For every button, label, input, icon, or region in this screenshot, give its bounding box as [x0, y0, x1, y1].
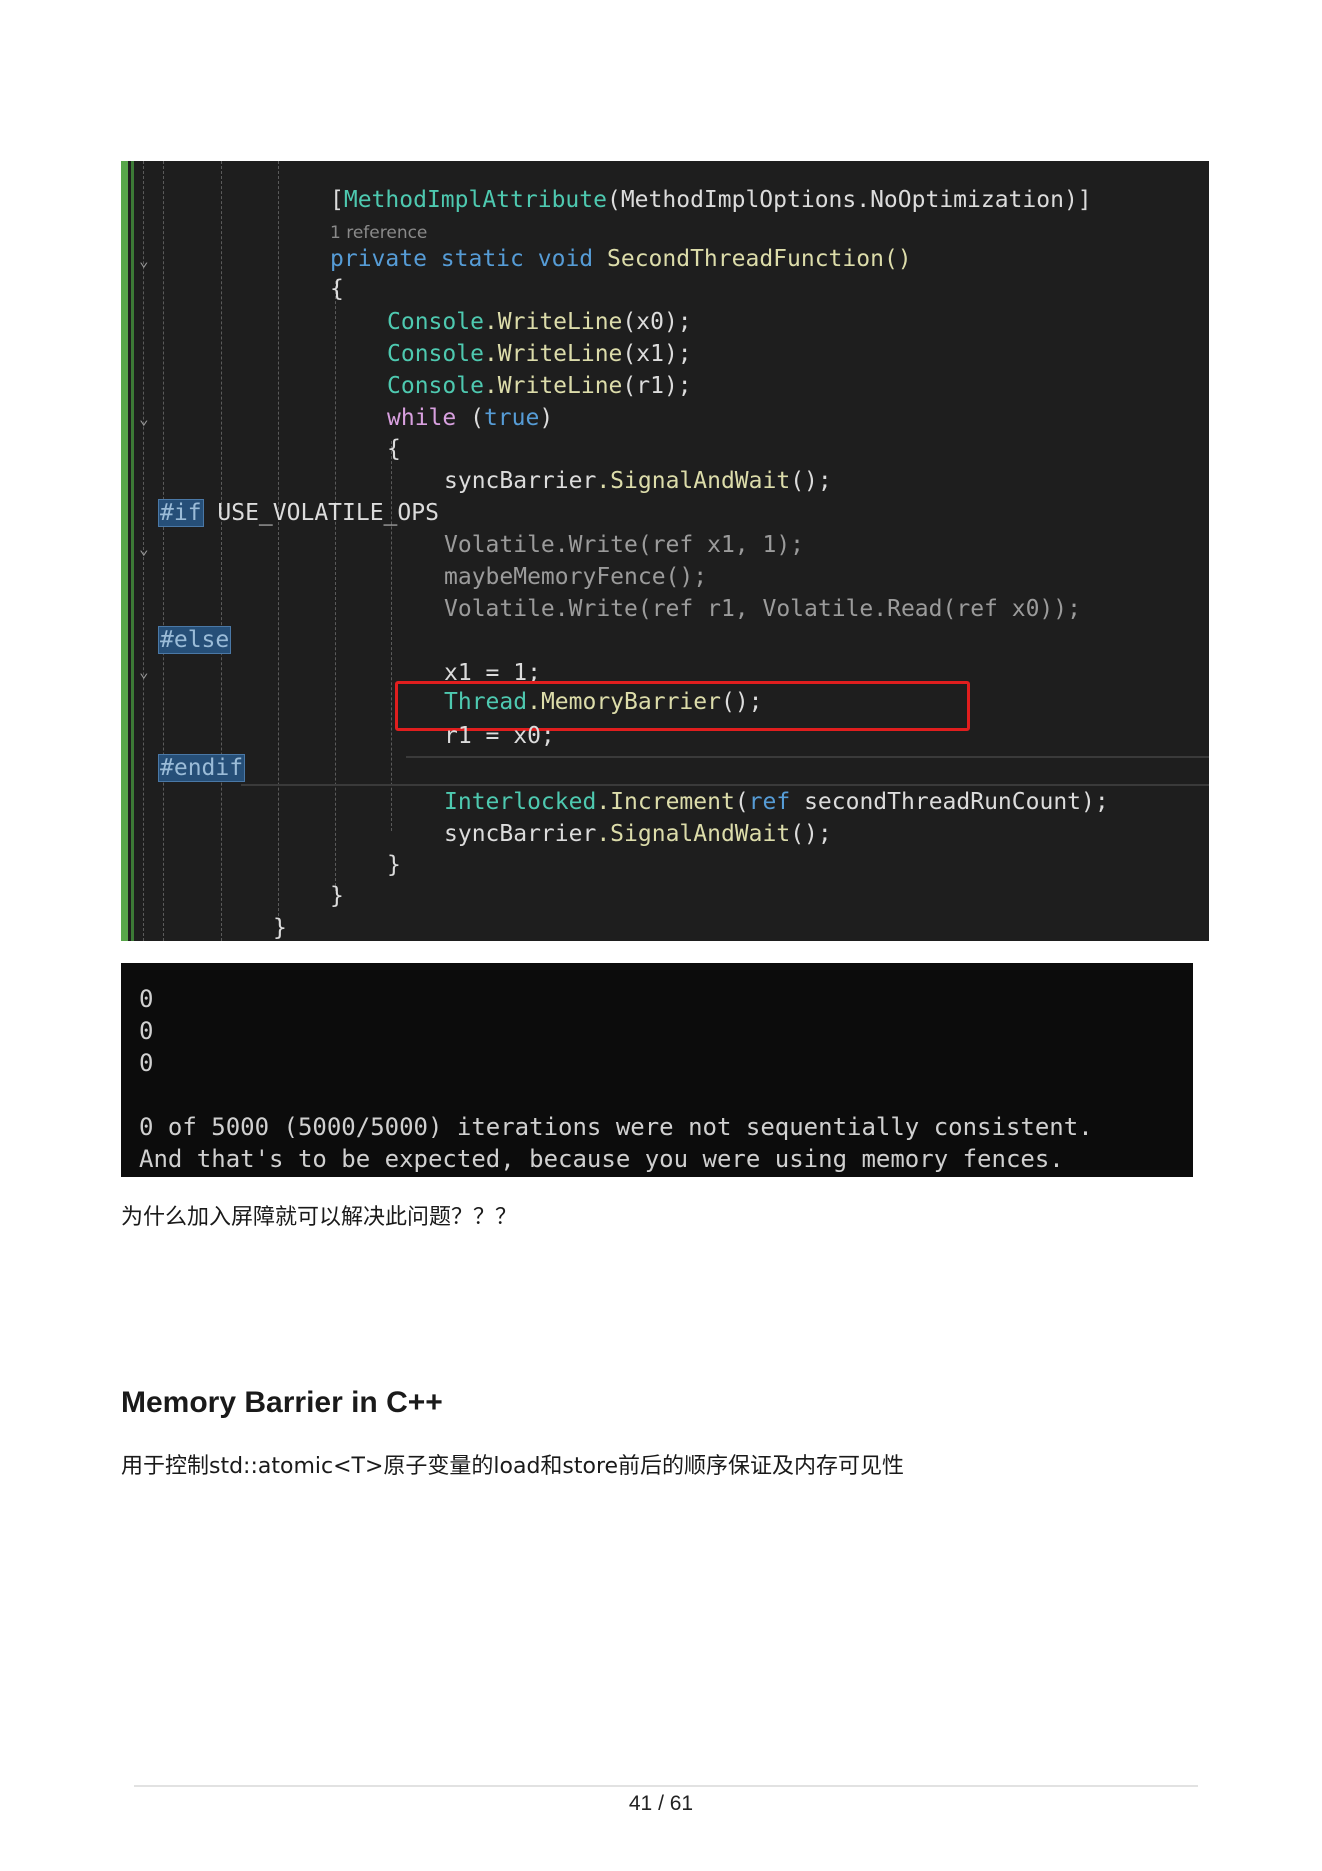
code-line-inactive: maybeMemoryFence(); [444, 564, 708, 590]
change-indicator-bar-secondary [131, 161, 134, 941]
code-token: (r1); [622, 373, 692, 399]
code-editor-screenshot: ⌄ ⌄ ⌄ ⌄ [MethodImplAttribute(MethodImplO… [121, 161, 1209, 941]
fold-chevron-icon[interactable]: ⌄ [139, 664, 149, 680]
preprocessor-directive: #endif [158, 754, 246, 782]
indent-guide [221, 161, 222, 941]
code-token: .Increment [596, 789, 735, 815]
fold-chevron-icon[interactable]: ⌄ [139, 253, 149, 269]
code-token: MethodImplOptions [620, 187, 857, 213]
code-line: { [387, 436, 401, 462]
console-line: 0 of 5000 (5000/5000) iterations were no… [139, 1113, 1093, 1141]
code-line-inactive: Volatile.Write(ref x1, 1); [444, 532, 805, 558]
code-line: syncBarrier.SignalAndWait(); [444, 819, 832, 849]
code-token: syncBarrier [444, 821, 597, 847]
question-paragraph: 为什么加入屏障就可以解决此问题？？？ [121, 1205, 518, 1230]
code-token: ( [456, 405, 484, 431]
code-token: .NoOptimization [856, 187, 1064, 213]
code-token: Console [387, 309, 484, 335]
code-token: while [387, 405, 457, 431]
code-token: .WriteLine [483, 309, 623, 335]
console-line: And that's to be expected, because you w… [139, 1145, 1064, 1173]
code-token: )] [1063, 187, 1092, 213]
code-token: void [537, 246, 594, 272]
console-line: 0 [139, 1049, 154, 1077]
code-token: [ [330, 187, 344, 213]
code-line-endif-directive: #endif [158, 753, 246, 783]
fold-chevron-icon[interactable]: ⌄ [139, 411, 149, 427]
code-token: ) [539, 405, 554, 431]
footer-divider [134, 1785, 1198, 1787]
page-number: 41 / 61 [628, 1792, 694, 1815]
code-line: { [330, 276, 344, 302]
code-token: Console [387, 341, 484, 367]
preprocessor-directive: #if [158, 499, 204, 527]
code-token: syncBarrier [444, 468, 597, 494]
code-token: SecondThreadFunction() [607, 246, 912, 272]
code-line-if-directive: #if USE_VOLATILE_OPS [158, 498, 439, 528]
code-token: (); [790, 821, 832, 847]
description-paragraph: 用于控制std::atomic<T>原子变量的load和store前后的顺序保证… [121, 1454, 905, 1479]
code-line: } [330, 883, 344, 909]
indent-guide [335, 281, 336, 891]
code-token: ( [734, 789, 749, 815]
code-token: .SignalAndWait [596, 821, 791, 847]
code-token: .WriteLine [483, 341, 623, 367]
line-separator [241, 784, 1209, 786]
code-line: } [387, 852, 401, 878]
change-indicator-bar [121, 161, 128, 941]
code-line: syncBarrier.SignalAndWait(); [444, 466, 832, 496]
codelens-references[interactable]: 1 reference [330, 223, 427, 243]
preprocessor-directive: #else [158, 626, 232, 654]
code-token: (x1); [622, 341, 692, 367]
code-line-attribute: [MethodImplAttribute(MethodImplOptions.N… [330, 185, 1092, 215]
code-line: Console.WriteLine(x0); [387, 307, 692, 337]
console-line: 0 [139, 985, 154, 1013]
code-token: Interlocked [444, 789, 597, 815]
code-token: .SignalAndWait [596, 468, 791, 494]
code-line: Console.WriteLine(r1); [387, 371, 692, 401]
code-line: } [273, 915, 287, 941]
console-output-screenshot: 0 0 0 0 of 5000 (5000/5000) iterations w… [121, 963, 1193, 1177]
code-token: (); [790, 468, 832, 494]
section-heading: Memory Barrier in C++ [121, 1386, 443, 1419]
console-line: 0 [139, 1017, 154, 1045]
code-token: .WriteLine [483, 373, 623, 399]
indent-guide [278, 161, 279, 921]
code-token: (x0); [622, 309, 692, 335]
code-line-while: while (true) [387, 403, 553, 433]
code-line: r1 = x0; [444, 723, 555, 749]
code-token: private [330, 246, 427, 272]
code-line-else-directive: #else [158, 625, 232, 655]
code-token: true [483, 405, 540, 431]
code-token: ( [606, 187, 621, 213]
code-token: ref [748, 789, 791, 815]
code-line: Console.WriteLine(x1); [387, 339, 692, 369]
indent-guide [163, 161, 164, 941]
code-line-signature: private static void SecondThreadFunction… [330, 244, 912, 274]
code-token: secondThreadRunCount); [790, 789, 1109, 815]
code-line-inactive: Volatile.Write(ref r1, Volatile.Read(ref… [444, 596, 1081, 622]
code-line: Interlocked.Increment(ref secondThreadRu… [444, 787, 1109, 817]
code-token: USE_VOLATILE_OPS [203, 500, 439, 526]
code-token: Console [387, 373, 484, 399]
code-token: static [440, 246, 524, 272]
code-token: MethodImplAttribute [343, 187, 607, 213]
line-separator [406, 756, 1209, 758]
fold-chevron-icon[interactable]: ⌄ [139, 541, 149, 557]
